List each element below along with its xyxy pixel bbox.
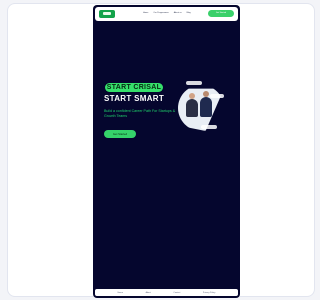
person-icon xyxy=(186,93,198,117)
hero-badge: START CRISAL xyxy=(105,83,163,92)
top-nav-bar: Home Our Programmes About us Blog Get St… xyxy=(95,7,238,21)
person-icon xyxy=(200,91,212,117)
hero-subtitle: Build a confident Career Path For Startu… xyxy=(104,109,176,118)
footer-link[interactable]: Home xyxy=(118,292,123,294)
footer-link[interactable]: Privacy Policy xyxy=(203,292,215,294)
brand-logo-icon[interactable] xyxy=(99,10,115,18)
hero-title: START SMART xyxy=(104,94,165,103)
nav-link-programmes[interactable]: Our Programmes xyxy=(153,12,168,15)
hero-photo xyxy=(176,79,226,133)
nav-link-about[interactable]: About us xyxy=(174,12,182,15)
footer-link[interactable]: About xyxy=(146,292,151,294)
footer-bar: Home About Contact Privacy Policy xyxy=(95,289,238,296)
team-photo-icon xyxy=(178,88,224,131)
nav-cta-button[interactable]: Get Started xyxy=(208,10,234,17)
floating-chip xyxy=(201,125,217,129)
nav-links: Home Our Programmes About us Blog xyxy=(143,12,191,15)
nav-link-home[interactable]: Home xyxy=(143,12,148,15)
hero-cta-button[interactable]: Get Started xyxy=(104,130,136,138)
footer-link[interactable]: Contact xyxy=(173,292,180,294)
website-preview-frame[interactable]: Home Our Programmes About us Blog Get St… xyxy=(93,5,240,298)
nav-link-blog[interactable]: Blog xyxy=(187,12,191,15)
floating-chip xyxy=(210,94,224,98)
floating-chip xyxy=(186,81,202,85)
